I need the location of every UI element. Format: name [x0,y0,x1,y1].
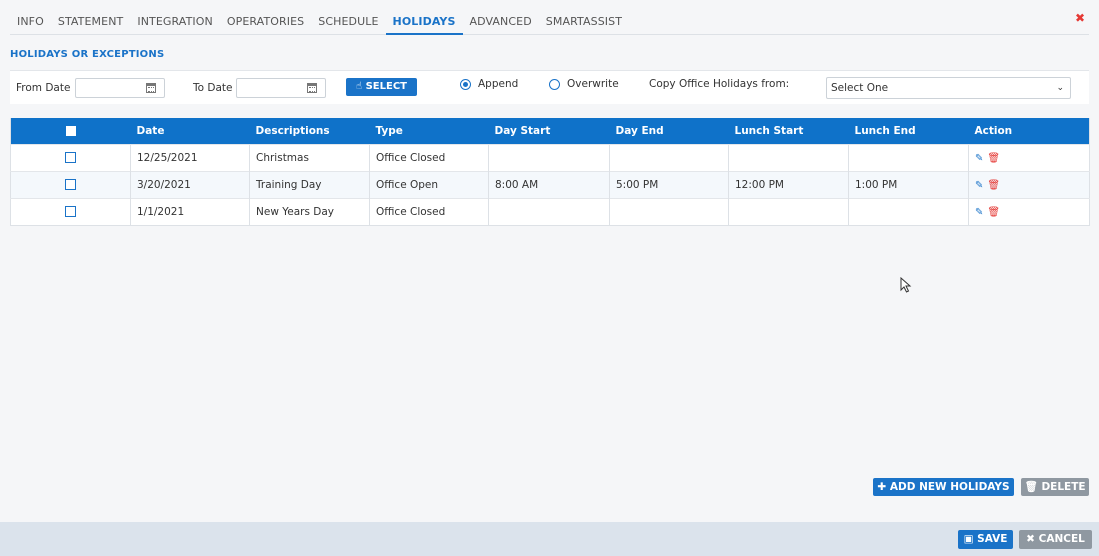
select-button-label: SELECT [365,81,407,92]
table-row: 3/20/2021 Training Day Office Open 8:00 … [10,170,1090,198]
holiday-filter-bar: From Date To Date ☝ SELECT Append Overwr… [10,70,1089,104]
cell-actions: ✎ 🗑 [968,143,1090,171]
cell-lunch-end [848,197,969,225]
tab-smartassist[interactable]: SMARTASSIST [539,10,629,35]
trash-icon: 🗑 [1024,481,1038,493]
tab-integration[interactable]: INTEGRATION [130,10,219,35]
close-icon: ✖ [1026,533,1035,545]
column-header-type[interactable]: Type [369,118,489,144]
copy-holidays-label: Copy Office Holidays from: [649,78,790,90]
column-header-lunch-start[interactable]: Lunch Start [728,118,849,144]
tab-info[interactable]: INFO [10,10,51,35]
row-checkbox[interactable] [65,152,76,163]
tab-statement[interactable]: STATEMENT [51,10,130,35]
select-button[interactable]: ☝ SELECT [346,78,417,96]
cell-lunch-start [728,143,849,171]
overwrite-label: Overwrite [567,78,619,90]
delete-button[interactable]: 🗑 DELETE [1021,478,1089,496]
row-select-cell [10,197,131,225]
pencil-icon[interactable]: ✎ [975,207,983,218]
save-label: SAVE [977,533,1008,545]
column-header-day-start[interactable]: Day Start [488,118,610,144]
cell-day-end [609,197,729,225]
chevron-down-icon: ⌄ [1056,83,1064,93]
calendar-icon[interactable] [146,83,156,93]
hand-pointer-icon: ☝ [356,81,363,92]
tab-advanced[interactable]: ADVANCED [463,10,539,35]
row-checkbox[interactable] [65,179,76,190]
column-header-date[interactable]: Date [130,118,250,144]
pencil-icon[interactable]: ✎ [975,180,983,191]
cell-lunch-start: 12:00 PM [728,170,849,198]
overwrite-radio[interactable] [549,79,560,90]
cell-description: Christmas [249,143,370,171]
cell-date: 3/20/2021 [130,170,250,198]
cell-description: Training Day [249,170,370,198]
dialog-footer: ▣ SAVE ✖ CANCEL [0,522,1099,556]
to-date-input[interactable] [236,78,326,98]
column-header-lunch-end[interactable]: Lunch End [848,118,969,144]
from-date-label: From Date [16,82,71,94]
select-all-checkbox[interactable] [65,125,76,136]
tab-operatories[interactable]: OPERATORIES [220,10,311,35]
floppy-disk-icon: ▣ [963,533,974,545]
cell-date: 12/25/2021 [130,143,250,171]
from-date-input[interactable] [75,78,165,98]
settings-tabs: INFO STATEMENT INTEGRATION OPERATORIES S… [10,10,1089,35]
cell-type: Office Closed [369,143,489,171]
copy-holidays-select[interactable]: Select One ⌄ [826,77,1071,99]
delete-label: DELETE [1041,481,1086,493]
cell-lunch-end [848,143,969,171]
cell-lunch-end: 1:00 PM [848,170,969,198]
table-header-row: Date Descriptions Type Day Start Day End… [10,118,1090,144]
copy-holidays-value: Select One [831,82,889,94]
add-new-holidays-label: ADD NEW HOLIDAYS [889,481,1010,493]
cell-date: 1/1/2021 [130,197,250,225]
cell-day-start: 8:00 AM [488,170,610,198]
save-button[interactable]: ▣ SAVE [958,530,1013,549]
cell-day-end: 5:00 PM [609,170,729,198]
calendar-icon[interactable] [307,83,317,93]
trash-icon[interactable]: 🗑 [987,207,1000,218]
row-select-cell [10,143,131,171]
to-date-label: To Date [193,82,233,94]
cell-actions: ✎ 🗑 [968,197,1090,225]
append-radio[interactable] [460,79,471,90]
table-row: 1/1/2021 New Years Day Office Closed ✎ 🗑 [10,197,1090,225]
pencil-icon[interactable]: ✎ [975,153,983,164]
cancel-label: CANCEL [1038,533,1085,545]
holidays-table: Date Descriptions Type Day Start Day End… [10,118,1090,226]
cancel-button[interactable]: ✖ CANCEL [1019,530,1092,549]
cell-type: Office Open [369,170,489,198]
add-new-holidays-button[interactable]: ✚ ADD NEW HOLIDAYS [873,478,1014,496]
cell-day-start [488,143,610,171]
tab-holidays[interactable]: HOLIDAYS [385,10,463,35]
cell-actions: ✎ 🗑 [968,170,1090,198]
column-header-action: Action [968,118,1090,144]
tab-schedule[interactable]: SCHEDULE [311,10,385,35]
select-all-header [10,118,131,144]
section-title: HOLIDAYS OR EXCEPTIONS [10,49,165,60]
cell-lunch-start [728,197,849,225]
row-select-cell [10,170,131,198]
row-checkbox[interactable] [65,206,76,217]
trash-icon[interactable]: 🗑 [987,180,1000,191]
plus-icon: ✚ [877,481,887,493]
column-header-descriptions[interactable]: Descriptions [249,118,370,144]
cell-description: New Years Day [249,197,370,225]
cell-day-end [609,143,729,171]
trash-icon[interactable]: 🗑 [987,153,1000,164]
cell-type: Office Closed [369,197,489,225]
close-icon[interactable]: ✖ [1075,11,1085,25]
table-row: 12/25/2021 Christmas Office Closed ✎ 🗑 [10,143,1090,171]
column-header-day-end[interactable]: Day End [609,118,729,144]
cell-day-start [488,197,610,225]
append-label: Append [478,78,519,90]
